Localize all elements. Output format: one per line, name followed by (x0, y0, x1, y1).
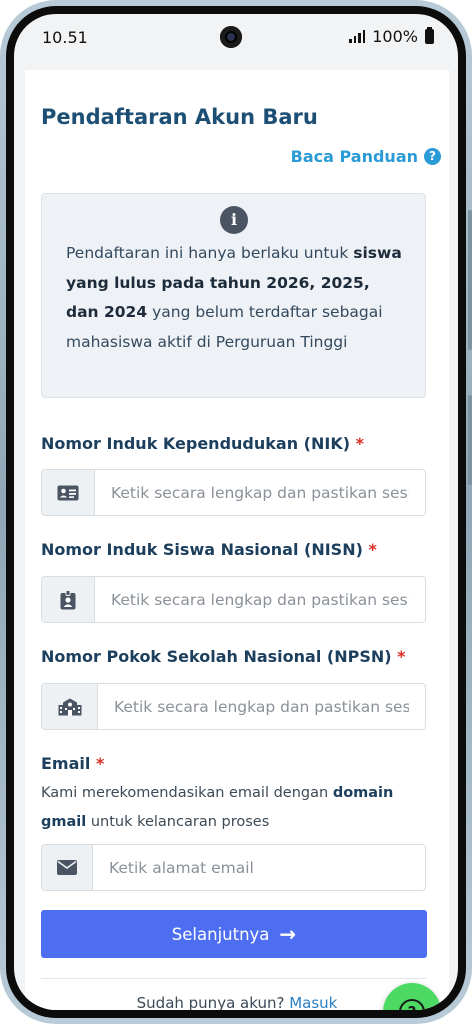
school-icon (42, 684, 98, 729)
nik-field[interactable] (41, 469, 426, 516)
question-circle-icon: ? (424, 148, 441, 165)
nisn-label-text: Nomor Induk Siswa Nasional (NISN) (41, 540, 363, 559)
info-text: Pendaftaran ini hanya berlaku untuk sisw… (66, 239, 406, 357)
badge-icon (42, 577, 95, 622)
nisn-input[interactable] (95, 577, 425, 622)
info-text-part-1: Pendaftaran ini hanya berlaku untuk (66, 244, 354, 262)
help-icon: ? (399, 999, 425, 1010)
npsn-label: Nomor Pokok Sekolah Nasional (NPSN) * (41, 647, 406, 666)
power-button (468, 395, 472, 485)
email-input[interactable] (93, 845, 425, 890)
npsn-label-text: Nomor Pokok Sekolah Nasional (NPSN) (41, 647, 392, 666)
help-button[interactable]: ? (383, 983, 441, 1010)
status-time: 10.51 (42, 28, 88, 47)
info-icon: i (220, 206, 248, 234)
screen: 10.51 100% Pendaftaran Akun Baru Baca Pa… (14, 14, 458, 1010)
npsn-field[interactable] (41, 683, 426, 730)
nik-label-text: Nomor Induk Kependudukan (NIK) (41, 434, 351, 453)
nik-input[interactable] (95, 470, 425, 515)
next-button[interactable]: Selanjutnya → (41, 910, 427, 958)
required-marker: * (95, 754, 105, 773)
status-bar: 10.51 100% (14, 14, 458, 62)
status-indicators: 100% (349, 27, 434, 46)
required-marker: * (368, 540, 377, 559)
npsn-input[interactable] (98, 684, 425, 729)
arrow-right-icon: → (279, 922, 297, 946)
envelope-icon (42, 845, 93, 890)
login-link[interactable]: Masuk (289, 994, 337, 1010)
front-camera (220, 26, 242, 48)
next-button-label: Selanjutnya (171, 924, 270, 944)
nisn-field[interactable] (41, 576, 426, 623)
required-marker: * (397, 647, 406, 666)
battery-icon (425, 27, 434, 44)
guide-link-label: Baca Panduan (290, 147, 418, 166)
nisn-label: Nomor Induk Siswa Nasional (NISN) * (41, 540, 377, 559)
email-field[interactable] (41, 844, 426, 891)
nik-label: Nomor Induk Kependudukan (NIK) * (41, 434, 364, 453)
guide-link[interactable]: Baca Panduan ? (291, 147, 441, 166)
required-marker: * (355, 434, 364, 453)
info-notice: i Pendaftaran ini hanya berlaku untuk si… (41, 193, 426, 398)
page-title: Pendaftaran Akun Baru (41, 105, 318, 129)
email-hint-part-2: untuk kelancaran proses (86, 814, 270, 830)
signal-icon (349, 30, 366, 43)
divider (41, 978, 427, 979)
id-card-icon (42, 470, 95, 515)
registration-form: Pendaftaran Akun Baru Baca Panduan ? i P… (25, 70, 449, 1010)
login-prompt-text: Sudah punya akun? (136, 994, 290, 1010)
email-label-text: Email (41, 754, 91, 773)
phone-frame: 10.51 100% Pendaftaran Akun Baru Baca Pa… (0, 0, 472, 1024)
volume-button (468, 210, 472, 350)
email-hint-part-1: Kami merekomendasikan email dengan (41, 785, 333, 801)
phone-bezel: 10.51 100% Pendaftaran Akun Baru Baca Pa… (6, 6, 466, 1018)
email-hint: Kami merekomendasikan email dengan domai… (41, 779, 431, 837)
email-label: Email * (41, 754, 104, 773)
battery-percentage: 100% (372, 27, 418, 46)
